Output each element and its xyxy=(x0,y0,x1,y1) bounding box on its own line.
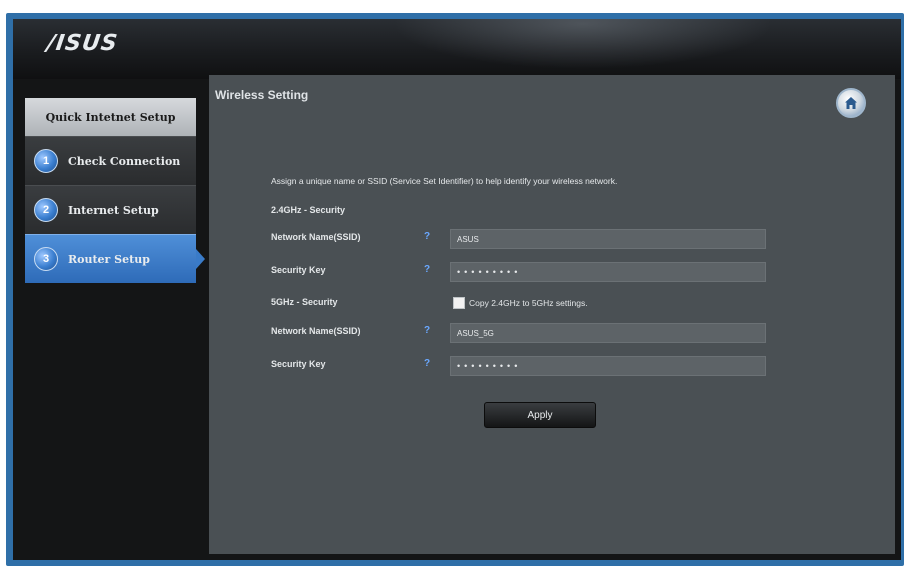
step-2-icon: 2 xyxy=(34,198,58,222)
home-icon xyxy=(845,97,857,109)
ssid-24-label: Network Name(SSID) xyxy=(271,232,361,242)
key-5-input[interactable] xyxy=(450,356,766,376)
copy-settings-option[interactable]: Copy 2.4GHz to 5GHz settings. xyxy=(453,297,588,309)
step-1-icon: 1 xyxy=(34,149,58,173)
section-24ghz-label: 2.4GHz - Security xyxy=(271,205,346,215)
wireless-setting-panel: Wireless Setting Assign a unique name or… xyxy=(209,75,895,554)
section-5ghz-label: 5GHz - Security xyxy=(271,297,338,307)
copy-settings-checkbox[interactable] xyxy=(453,297,465,309)
sidebar-item-check-connection[interactable]: 1 Check Connection xyxy=(25,136,196,185)
sidebar-item-router-setup[interactable]: 3 Router Setup xyxy=(25,234,205,283)
intro-text: Assign a unique name or SSID (Service Se… xyxy=(271,176,618,186)
apply-button[interactable]: Apply xyxy=(484,402,596,428)
ssid-24-input[interactable] xyxy=(450,229,766,249)
sidebar-item-label: Router Setup xyxy=(68,252,150,266)
help-icon[interactable]: ? xyxy=(424,264,430,275)
router-window: /ISUS Quick Intetnet Setup 1 Check Conne… xyxy=(13,19,901,560)
sidebar-item-label: Check Connection xyxy=(68,154,181,168)
help-icon[interactable]: ? xyxy=(424,325,430,336)
top-banner: /ISUS xyxy=(13,19,901,79)
sidebar-header: Quick Intetnet Setup xyxy=(25,98,196,136)
copy-settings-label: Copy 2.4GHz to 5GHz settings. xyxy=(469,298,588,308)
page-title: Wireless Setting xyxy=(215,88,309,102)
sidebar-item-label: Internet Setup xyxy=(68,203,159,217)
help-icon[interactable]: ? xyxy=(424,358,430,369)
asus-logo: /ISUS xyxy=(45,31,120,56)
key-24-input[interactable] xyxy=(450,262,766,282)
home-button[interactable] xyxy=(836,88,866,118)
help-icon[interactable]: ? xyxy=(424,231,430,242)
ssid-5-input[interactable] xyxy=(450,323,766,343)
banner-glow xyxy=(393,19,773,69)
key-24-label: Security Key xyxy=(271,265,326,275)
sidebar-item-internet-setup[interactable]: 2 Internet Setup xyxy=(25,185,196,234)
key-5-label: Security Key xyxy=(271,359,326,369)
ssid-5-label: Network Name(SSID) xyxy=(271,326,361,336)
step-3-icon: 3 xyxy=(34,247,58,271)
sidebar: Quick Intetnet Setup 1 Check Connection … xyxy=(25,98,205,558)
